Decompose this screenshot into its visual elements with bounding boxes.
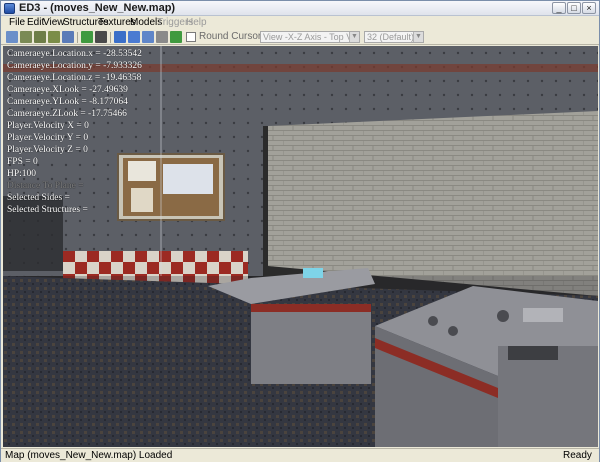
grid-icon[interactable] [114, 31, 126, 43]
editor-window: ED3 - (moves_New_New.map) _ □ × File Edi… [0, 0, 600, 462]
grid-size-select[interactable]: 32 (Default) ▼ [364, 31, 424, 43]
overlay-hp: HP:100 [7, 169, 37, 179]
console-side [498, 346, 598, 447]
toolbar-separator [110, 32, 111, 43]
toolbar-separator [77, 32, 78, 43]
maximize-button[interactable]: □ [567, 2, 581, 14]
overlay-camera-x: Cameraeye.Location.x = -28.53542 [7, 49, 142, 59]
overlay-velocity-x: Player.Velocity X = 0 [7, 121, 89, 131]
console-stripe [251, 304, 371, 312]
console-panel [523, 308, 563, 322]
select-icon[interactable] [128, 31, 140, 43]
debug-overlay: Cameraeye.Location.x = -28.53542 Camerae… [7, 48, 142, 216]
new-icon[interactable] [6, 31, 18, 43]
3d-viewport[interactable]: Cameraeye.Location.x = -28.53542 Camerae… [3, 46, 598, 447]
console-front [251, 304, 371, 384]
red-stripe [263, 64, 598, 72]
overlay-camera-y: Cameraeye.Location.y = -7.933326 [7, 61, 142, 71]
title-bar[interactable]: ED3 - (moves_New_New.map) _ □ × [1, 1, 599, 16]
view-select[interactable]: View -X-Z Axis - Top View ▼ [260, 31, 360, 43]
close-button[interactable]: × [582, 2, 596, 14]
menu-edit[interactable]: Edit [27, 17, 44, 28]
compile-icon[interactable] [81, 31, 93, 43]
overlay-velocity-z: Player.Velocity Z = 0 [7, 145, 88, 155]
menu-view[interactable]: View [43, 17, 65, 28]
console-knob [497, 310, 509, 322]
menu-help[interactable]: Help [186, 17, 207, 28]
pinned-blueprint [163, 164, 213, 194]
console-screen [303, 268, 323, 278]
save-icon[interactable] [34, 31, 46, 43]
import-icon[interactable] [62, 31, 74, 43]
overlay-camera-z: Cameraeye.Location.z = -19.46358 [7, 73, 142, 83]
overlay-distance-to-plane: Distance To Plane = [7, 181, 84, 191]
scale-icon[interactable] [170, 31, 182, 43]
status-message: Map (moves_New_New.map) Loaded [5, 450, 173, 461]
view-select-value: View -X-Z Axis - Top View [263, 32, 360, 42]
render-icon[interactable] [95, 31, 107, 43]
console-keypad [508, 346, 558, 360]
overlay-velocity-y: Player.Velocity Y = 0 [7, 133, 89, 143]
minimize-button[interactable]: _ [552, 2, 566, 14]
console-knob [428, 316, 438, 326]
grid-size-value: 32 (Default) [367, 32, 415, 42]
status-bar: Map (moves_New_New.map) Loaded Ready [1, 448, 599, 462]
console-knob [448, 326, 458, 336]
overlay-ylook: Cameraeye.YLook = -8.177064 [7, 97, 128, 107]
menu-file[interactable]: File [9, 17, 25, 28]
save-all-icon[interactable] [48, 31, 60, 43]
window-title: ED3 - (moves_New_New.map) [19, 2, 176, 14]
toolbar: Round Cursor Position View -X-Z Axis - T… [1, 30, 599, 45]
move-icon[interactable] [142, 31, 154, 43]
overlay-selected-sides: Selected Sides = [7, 193, 70, 203]
chevron-down-icon[interactable]: ▼ [349, 32, 359, 42]
overlay-selected-structures: Selected Structures = [7, 205, 88, 215]
status-ready: Ready [563, 450, 592, 461]
app-icon [4, 3, 15, 14]
overlay-zlook: Cameraeye.ZLook = -17.75466 [7, 109, 127, 119]
rotate-icon[interactable] [156, 31, 168, 43]
menu-bar: File Edit View Structures Textures Model… [1, 16, 599, 30]
overlay-xlook: Cameraeye.XLook = -27.49639 [7, 85, 128, 95]
chevron-down-icon[interactable]: ▼ [413, 32, 423, 42]
open-icon[interactable] [20, 31, 32, 43]
overlay-fps: FPS = 0 [7, 157, 38, 167]
round-cursor-checkbox[interactable] [186, 32, 196, 42]
